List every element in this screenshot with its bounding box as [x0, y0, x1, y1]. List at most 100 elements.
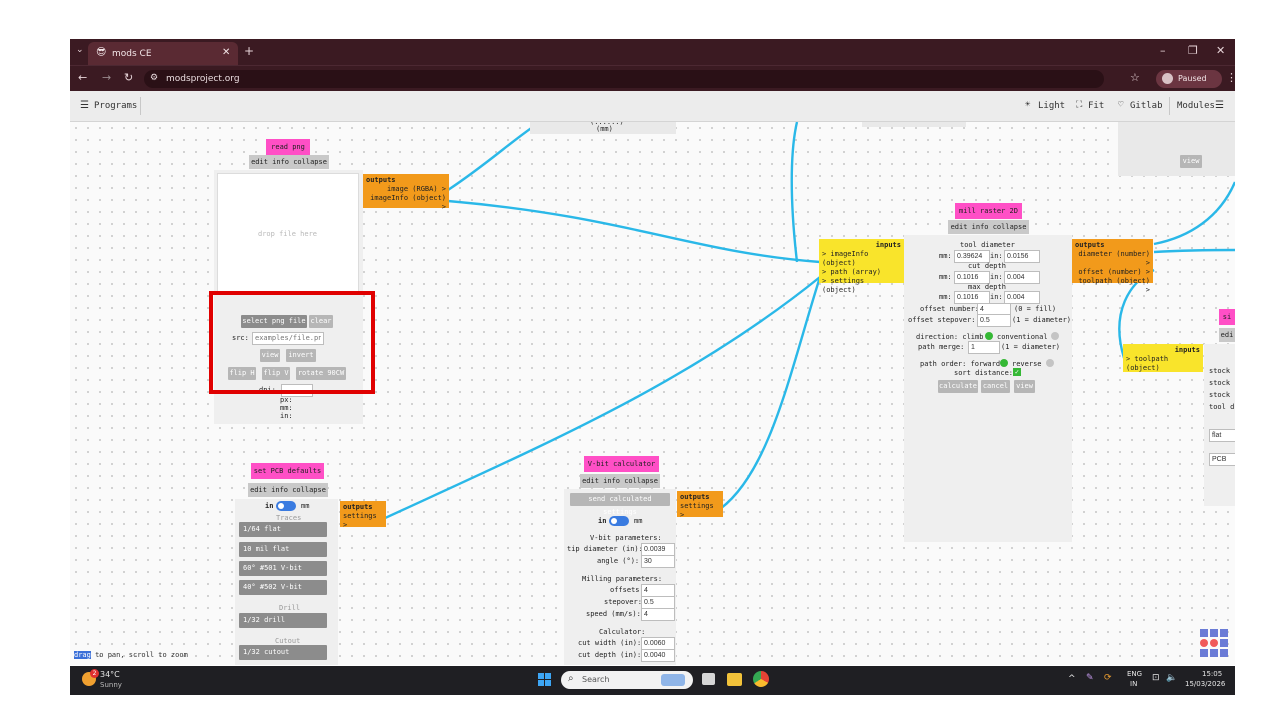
tool-label: tool d — [1209, 403, 1235, 411]
mill-raster-title[interactable]: mill raster 2D — [955, 203, 1022, 219]
reload-icon[interactable]: ↻ — [124, 71, 133, 84]
mods-logo-icon — [1200, 629, 1230, 659]
fit-button[interactable]: Fit — [1088, 101, 1104, 111]
close-tab-icon[interactable]: ✕ — [222, 47, 230, 58]
tool-diameter-in[interactable] — [1004, 250, 1040, 263]
modules-menu[interactable]: Modules — [1177, 101, 1215, 111]
sun-icon[interactable]: ☀ — [1025, 100, 1030, 110]
output-settings[interactable]: settings > — [343, 512, 383, 530]
output-imageinfo[interactable]: imageInfo (object) > — [366, 194, 446, 212]
network-icon[interactable]: ⊡ — [1152, 673, 1160, 683]
gitlab-link[interactable]: Gitlab — [1130, 101, 1163, 111]
calculate-button[interactable]: calculate — [938, 380, 978, 393]
angle-input[interactable] — [641, 555, 675, 568]
climb-radio[interactable] — [985, 332, 993, 340]
pen-icon[interactable]: ✎ — [1086, 673, 1094, 683]
input-imageinfo[interactable]: > imageInfo (object) — [822, 250, 901, 268]
output-settings[interactable]: settings > — [680, 502, 720, 520]
windows-start-icon[interactable] — [538, 673, 551, 686]
send-settings-button[interactable]: send calculated settings — [570, 493, 670, 516]
tray-chevron-icon[interactable]: ^ — [1068, 674, 1076, 684]
output-image[interactable]: image (RGBA) > — [366, 185, 446, 194]
offset-stepover-input[interactable] — [977, 314, 1011, 327]
preset-1-32-cutout[interactable]: 1/32 cutout — [239, 645, 327, 660]
minimize-icon[interactable]: – — [1160, 44, 1166, 57]
hamburger-icon[interactable]: ☰ — [80, 100, 89, 111]
preset-60-vbit[interactable]: 60° #501 V-bit — [239, 561, 327, 576]
mods-canvas[interactable]: (......) (mm) view read png edit info co… — [70, 122, 1235, 665]
tip-diameter-label: tip diameter (in): — [567, 545, 643, 553]
unit-toggle[interactable] — [276, 501, 296, 511]
tab-title: mods CE — [112, 49, 152, 59]
stock-label: stock — [1209, 367, 1231, 375]
cut-depth-in[interactable] — [1004, 271, 1040, 284]
view-button[interactable]: view — [1180, 155, 1202, 168]
material-select[interactable] — [1209, 453, 1235, 466]
file-explorer-icon[interactable] — [727, 673, 742, 686]
profile-button[interactable]: Paused — [1156, 70, 1222, 88]
clock-date[interactable]: 15/03/2026 — [1185, 680, 1225, 688]
output-toolpath[interactable]: toolpath (object) > — [1075, 277, 1150, 295]
tool-type-select[interactable] — [1209, 429, 1235, 442]
taskbar-search-box[interactable]: ⌕ Search — [561, 671, 693, 689]
output-offset[interactable]: offset (number) > — [1075, 268, 1150, 277]
sort-distance-checkbox[interactable]: ✓ — [1013, 368, 1021, 376]
output-diameter[interactable]: diameter (number) > — [1075, 250, 1150, 268]
restore-icon[interactable]: ❐ — [1188, 44, 1198, 57]
url-text: modsproject.org — [166, 74, 240, 84]
preset-40-vbit[interactable]: 40° #502 V-bit — [239, 580, 327, 595]
fit-icon[interactable]: ⛶ — [1076, 100, 1082, 110]
preset-1-32-drill[interactable]: 1/32 drill — [239, 613, 327, 628]
new-tab-icon[interactable]: + — [244, 44, 254, 58]
modules-menu-icon[interactable]: ☰ — [1215, 100, 1224, 111]
clock-time[interactable]: 15:05 — [1202, 670, 1222, 678]
chrome-icon[interactable] — [753, 671, 769, 687]
mods-favicon-icon: 😎 — [96, 47, 107, 58]
conventional-radio[interactable] — [1051, 332, 1059, 340]
tab-list-icon[interactable]: ⌄ — [76, 45, 84, 55]
vbit-calculator-title[interactable]: V-bit calculator — [584, 456, 659, 472]
read-png-edit-bar[interactable]: edit info collapse — [249, 155, 329, 169]
vbit-edit-bar[interactable]: edit info collapse — [580, 474, 660, 488]
gitlab-icon[interactable]: ♡ — [1118, 100, 1123, 110]
site-settings-icon[interactable]: ⚙ — [150, 73, 158, 83]
input-region[interactable]: IN — [1130, 680, 1137, 688]
close-window-icon[interactable]: ✕ — [1216, 44, 1225, 57]
right-module-title[interactable]: si — [1219, 309, 1235, 325]
cancel-button[interactable]: cancel — [981, 380, 1010, 393]
light-toggle[interactable]: Light — [1038, 101, 1065, 111]
right-module-edit-bar[interactable]: edi — [1219, 328, 1235, 342]
input-language[interactable]: ENG — [1127, 670, 1142, 678]
speed-input[interactable] — [641, 608, 675, 621]
input-settings[interactable]: > settings (object) — [822, 277, 901, 295]
offset-number-note: (0 = fill) — [1014, 305, 1057, 313]
mill-raster-edit-bar[interactable]: edit info collapse — [948, 220, 1029, 234]
url-field[interactable]: ⚙ modsproject.org — [144, 70, 1104, 88]
input-path[interactable]: > path (array) — [822, 268, 901, 277]
unit-mm-label: mm — [301, 502, 310, 510]
view-button[interactable]: view — [1014, 380, 1035, 393]
forward-icon[interactable]: → — [102, 71, 111, 84]
drop-zone[interactable]: drop file here — [217, 173, 359, 293]
back-icon[interactable]: ← — [78, 71, 87, 84]
forward-radio[interactable] — [1000, 359, 1008, 367]
path-merge-input[interactable] — [968, 341, 1000, 354]
preset-1-64-flat[interactable]: 1/64 flat — [239, 522, 327, 537]
more-menu-icon[interactable]: ⋮ — [1226, 71, 1235, 84]
task-view-icon[interactable] — [702, 673, 715, 685]
read-png-title[interactable]: read png — [266, 139, 310, 155]
reverse-radio[interactable] — [1046, 359, 1054, 367]
programs-menu[interactable]: Programs — [94, 101, 137, 111]
browser-tab[interactable]: 😎 mods CE ✕ — [88, 42, 238, 65]
preset-10-mil-flat[interactable]: 10 mil flat — [239, 542, 327, 557]
volume-icon[interactable]: 🔈 — [1166, 673, 1177, 683]
tray-app-icon[interactable]: ⟳ — [1104, 673, 1112, 683]
pcb-defaults-edit-bar[interactable]: edit info collapse — [248, 483, 328, 497]
unit-toggle[interactable] — [609, 516, 629, 526]
bookmark-star-icon[interactable]: ☆ — [1130, 71, 1140, 84]
mods-toolbar: ☰ Programs ☀ Light ⛶ Fit ♡ Gitlab Module… — [70, 91, 1235, 122]
wire-offset-out — [1153, 248, 1235, 254]
pcb-defaults-title[interactable]: set PCB defaults — [251, 463, 324, 479]
fragment-unit: (mm) — [596, 125, 613, 133]
input-toolpath[interactable]: > toolpath (object) — [1126, 355, 1200, 373]
